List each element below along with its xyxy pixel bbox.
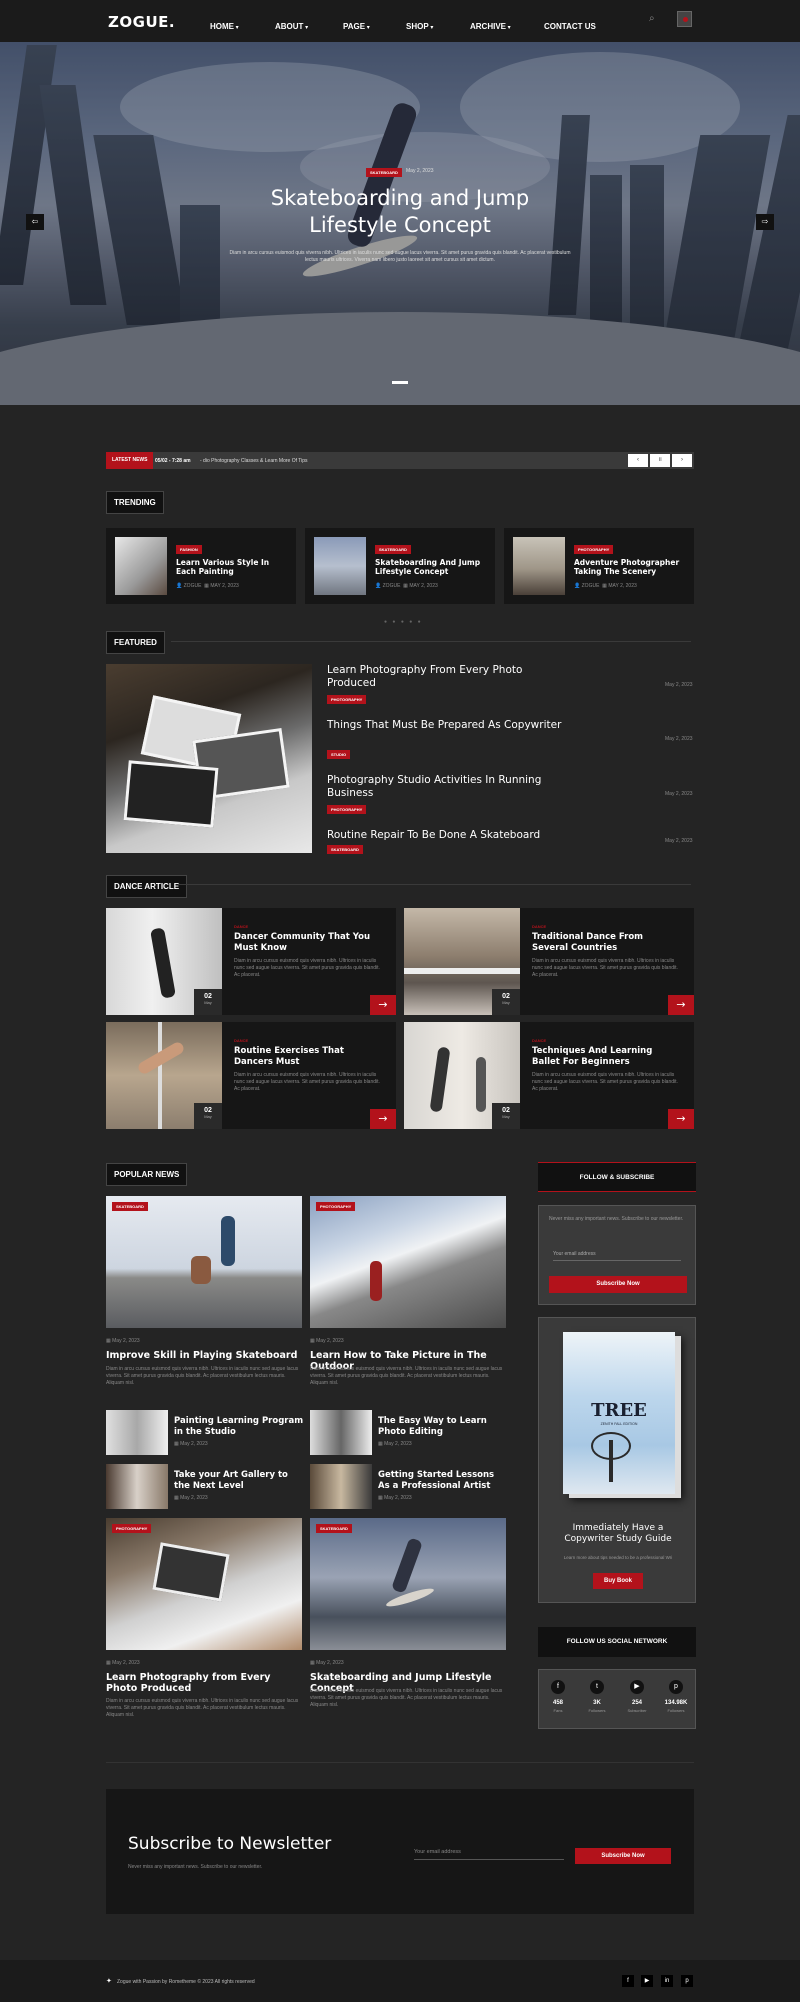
nav-item-archive[interactable]: ARCHIVE ▾: [470, 16, 511, 34]
pinterest-icon[interactable]: p 134.98K Followers: [656, 1680, 696, 1713]
top-navbar: ZOGUE. HOME ▾ ABOUT ▾ PAGE ▾ SHOP ▾ ARCH…: [0, 0, 800, 42]
news-ticker: LATEST NEWS 05/02 - 7:28 am - dio Photog…: [106, 452, 694, 469]
ticker-label: LATEST NEWS: [106, 452, 154, 469]
dance-card[interactable]: 02 May DANCE Dancer Community That You Mu…: [106, 908, 396, 1015]
book-heading[interactable]: Immediately Have a Copywriter Study Guid…: [549, 1523, 687, 1545]
ticker-time: 05/02 - 7:28 am: [155, 458, 191, 464]
read-more-arrow-icon[interactable]: →: [668, 1109, 694, 1129]
hero-title-line2[interactable]: Lifestyle Concept: [0, 213, 800, 237]
footer-copyright: Zogue with Passion by Rometheme © 2023 A…: [117, 1979, 255, 1985]
sidebar-social-title: FOLLOW US SOCIAL NETWORK: [538, 1627, 696, 1657]
hero-tag[interactable]: SKATEBOARD: [366, 168, 402, 177]
footer-facebook-icon[interactable]: f: [622, 1975, 634, 1987]
read-more-arrow-icon[interactable]: →: [370, 1109, 396, 1129]
book-cover[interactable]: TREE ZENITH FALL EDITION: [563, 1332, 675, 1494]
subscribe-widget: Never miss any important news. Subscribe…: [538, 1205, 696, 1305]
newsletter-subscribe-button[interactable]: Subscribe Now: [575, 1848, 671, 1864]
footer-logo-icon: ✦: [106, 1978, 112, 1985]
nav-item-contact[interactable]: CONTACT US: [544, 16, 596, 34]
facebook-icon[interactable]: f 458 Fans: [538, 1680, 578, 1713]
ticker-text[interactable]: - dio Photography Classes & Learn More O…: [200, 458, 308, 464]
sidebar-follow-title: FOLLOW & SUBSCRIBE: [538, 1162, 696, 1192]
sidebar-subscribe-button[interactable]: Subscribe Now: [549, 1276, 687, 1293]
newsletter-email-input[interactable]: Your email address: [414, 1846, 564, 1860]
ticker-next-icon[interactable]: ›: [672, 454, 692, 467]
dance-card[interactable]: 02 May DANCE Techniques And Learning Ball…: [404, 1022, 694, 1129]
dance-card[interactable]: 02 May DANCE Routine Exercises That Dance…: [106, 1022, 396, 1129]
footer-youtube-icon[interactable]: ▶: [641, 1975, 653, 1987]
dance-card[interactable]: 02 May DANCE Traditional Dance From Sever…: [404, 908, 694, 1015]
twitter-icon[interactable]: t 3K Followers: [577, 1680, 617, 1713]
read-more-arrow-icon[interactable]: →: [370, 995, 396, 1015]
hero-date: May 2, 2023: [406, 168, 434, 174]
trending-card[interactable]: FASHION Learn Various Style In Each Pain…: [106, 528, 296, 604]
youtube-icon[interactable]: ▶ 254 Subscriber: [617, 1680, 657, 1713]
trending-card[interactable]: PHOTOGRAPHY Adventure Photographer Takin…: [504, 528, 694, 604]
newsletter-title: Subscribe to Newsletter: [128, 1834, 332, 1854]
read-more-arrow-icon[interactable]: →: [668, 995, 694, 1015]
hero-prev-arrow-icon[interactable]: ⇦: [26, 214, 44, 230]
hero-slider: SKATEBOARD May 2, 2023 Skateboarding and…: [0, 42, 800, 405]
section-title-popular: POPULAR NEWS: [106, 1163, 188, 1186]
footer: ✦ Zogue with Passion by Rometheme © 2023…: [0, 1960, 800, 2002]
trending-pagination[interactable]: ● ● ● ● ●: [384, 619, 423, 625]
ticker-prev-icon[interactable]: ‹: [628, 454, 648, 467]
featured-image[interactable]: [106, 664, 312, 853]
site-logo[interactable]: ZOGUE.: [108, 13, 175, 31]
nav-item-page[interactable]: PAGE ▾: [343, 16, 370, 34]
sidebar-email-input[interactable]: Your email address: [553, 1248, 681, 1261]
section-title-trending: TRENDING: [106, 491, 164, 514]
nav-item-about[interactable]: ABOUT ▾: [275, 16, 308, 34]
social-widget: f 458 Fans t 3K Followers ▶ 254 Subscriber p 13…: [538, 1669, 696, 1729]
nav-item-shop[interactable]: SHOP ▾: [406, 16, 433, 34]
trending-card[interactable]: SKATEBOARD Skateboarding And Jump Lifest…: [305, 528, 495, 604]
footer-pinterest-icon[interactable]: p: [681, 1975, 693, 1987]
hero-excerpt: Diam in arcu cursus euismod quis viverra…: [229, 250, 571, 263]
section-title-dance: DANCE ARTICLE: [106, 875, 188, 898]
book-widget: TREE ZENITH FALL EDITION Immediately Hav…: [538, 1317, 696, 1603]
search-icon[interactable]: ⌕: [649, 13, 655, 24]
cart-icon[interactable]: [677, 11, 692, 27]
nav-item-home[interactable]: HOME ▾: [210, 16, 239, 34]
hero-slide-indicator[interactable]: [392, 381, 408, 384]
footer-linkedin-icon[interactable]: in: [661, 1975, 673, 1987]
section-title-featured: FEATURED: [106, 631, 165, 654]
newsletter-section: Subscribe to Newsletter Never miss any i…: [106, 1789, 694, 1914]
ticker-pause-icon[interactable]: ॥: [650, 454, 670, 467]
hero-next-arrow-icon[interactable]: ⇨: [756, 214, 774, 230]
hero-title-line1[interactable]: Skateboarding and Jump: [0, 186, 800, 210]
buy-book-button[interactable]: Buy Book: [593, 1573, 643, 1589]
